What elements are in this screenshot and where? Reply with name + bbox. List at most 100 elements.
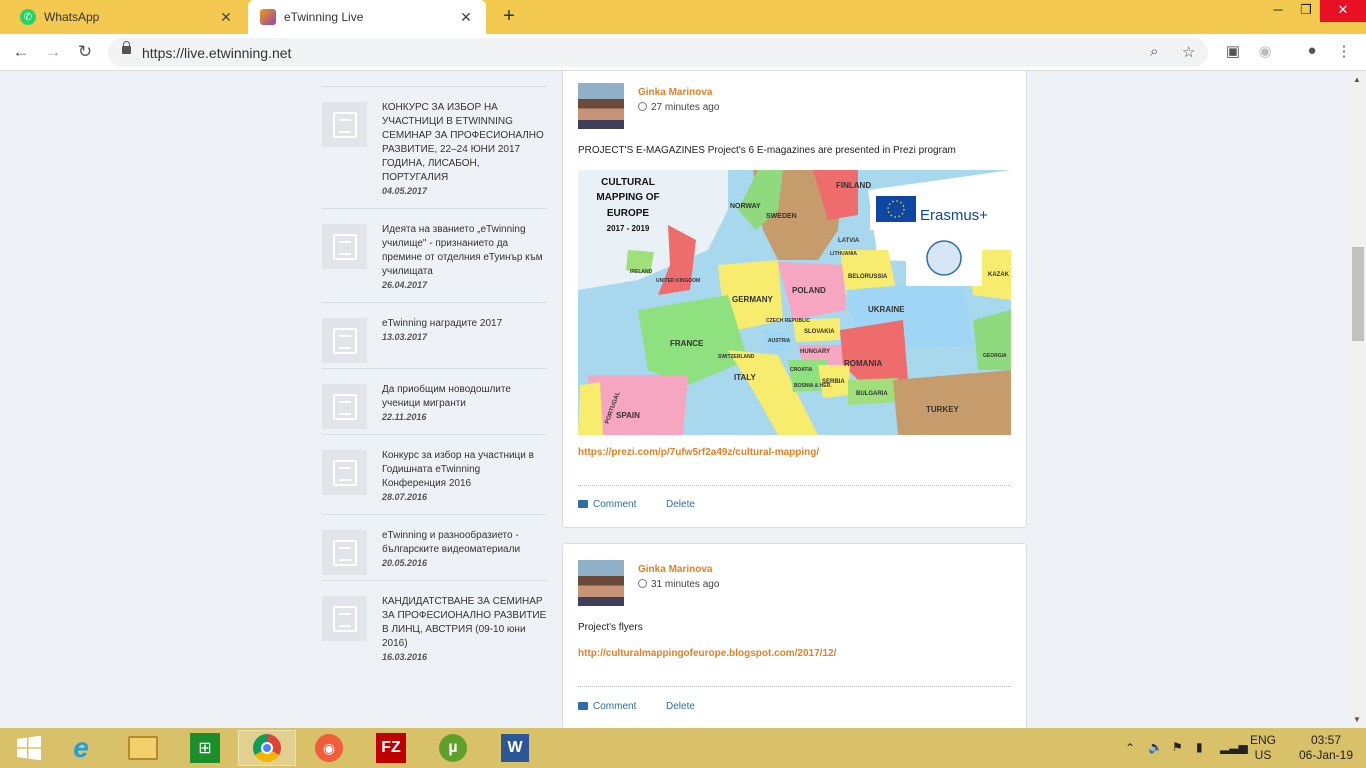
new-tab-button[interactable]: + bbox=[498, 6, 520, 28]
forward-icon[interactable]: → bbox=[41, 40, 65, 64]
clock[interactable]: 03:57 06-Jan-19 bbox=[1296, 733, 1356, 768]
post-link[interactable]: https://prezi.com/p/7ufw5rf2a49z/cultura… bbox=[578, 447, 819, 458]
news-title[interactable]: Идеята на званието „eTwinning училище" -… bbox=[382, 223, 547, 279]
extension-icon[interactable]: ◉ bbox=[1255, 42, 1275, 62]
word-icon: W bbox=[501, 734, 529, 762]
document-icon bbox=[322, 450, 367, 495]
comment-button[interactable]: Comment bbox=[578, 499, 636, 510]
news-title[interactable]: КАНДИДАТСТВАНЕ ЗА СЕМИНАР ЗА ПРОФЕСИОНАЛ… bbox=[382, 595, 547, 651]
post-link[interactable]: http://culturalmappingofeurope.blogspot.… bbox=[578, 648, 836, 659]
url-text[interactable]: https://live.etwinning.net bbox=[142, 45, 291, 61]
windows-icon bbox=[17, 735, 41, 761]
news-title[interactable]: eTwinning и разнообразието - българските… bbox=[382, 529, 547, 557]
menu-icon[interactable]: ⋮ bbox=[1334, 42, 1354, 62]
word-button[interactable]: W bbox=[486, 730, 544, 766]
volume-icon[interactable]: 🔈 bbox=[1148, 740, 1163, 768]
country-label: BELORUSSIA bbox=[848, 274, 888, 280]
country-label: BULGARIA bbox=[856, 391, 888, 397]
browser-toolbar: ← → ↻ https://live.etwinning.net ⌕ ☆ ▣ ◉… bbox=[0, 34, 1366, 71]
map-title-line: EUROPE bbox=[607, 208, 650, 219]
comment-icon bbox=[578, 702, 588, 710]
country-label: SERBIA bbox=[822, 379, 845, 385]
close-tab-icon[interactable]: ✕ bbox=[218, 9, 234, 26]
news-item[interactable]: Да приобщим новодошлите ученици мигранти… bbox=[322, 368, 547, 434]
post-card: Ginka Marinova 27 minutes ago PROJECT'S … bbox=[562, 71, 1027, 528]
start-button[interactable] bbox=[0, 730, 58, 766]
comment-label: Comment bbox=[593, 701, 637, 712]
document-icon bbox=[322, 224, 367, 269]
post-author[interactable]: Ginka Marinova bbox=[638, 564, 712, 575]
camera-app-button[interactable]: ◉ bbox=[300, 730, 358, 766]
country-label: ROMANIA bbox=[844, 359, 882, 368]
scrollbar-thumb[interactable] bbox=[1352, 247, 1364, 341]
post-time: 31 minutes ago bbox=[651, 579, 720, 590]
scroll-up-icon[interactable]: ▲ bbox=[1353, 75, 1361, 84]
filezilla-button[interactable]: FZ bbox=[362, 730, 420, 766]
back-icon[interactable]: ← bbox=[9, 40, 33, 64]
country-label: HUNGARY bbox=[800, 349, 830, 355]
news-title[interactable]: КОНКУРС ЗА ИЗБОР НА УЧАСТНИЦИ В ETWINNIN… bbox=[382, 101, 547, 185]
news-item[interactable]: eTwinning и разнообразието - българските… bbox=[322, 514, 547, 580]
file-explorer-button[interactable] bbox=[114, 730, 172, 766]
utorrent-button[interactable]: µ bbox=[424, 730, 482, 766]
clock-date: 06-Jan-19 bbox=[1298, 748, 1354, 762]
news-item[interactable]: Конкурс за избор на участници в Годишнат… bbox=[322, 434, 547, 514]
internet-explorer-button[interactable]: e bbox=[52, 730, 110, 766]
news-item[interactable]: КАНДИДАТСТВАНЕ ЗА СЕМИНАР ЗА ПРОФЕСИОНАЛ… bbox=[322, 580, 547, 674]
reload-icon[interactable]: ↻ bbox=[73, 40, 97, 64]
close-tab-icon[interactable]: ✕ bbox=[458, 9, 474, 26]
europe-map-svg: CULTURAL MAPPING OF EUROPE 2017 - 2019 E… bbox=[578, 170, 1011, 435]
comment-button[interactable]: Comment bbox=[578, 701, 636, 712]
restore-icon[interactable]: ❐ bbox=[1292, 0, 1320, 22]
news-item[interactable]: КОНКУРС ЗА ИЗБОР НА УЧАСТНИЦИ В ETWINNIN… bbox=[322, 86, 547, 208]
country-label: FRANCE bbox=[670, 339, 704, 348]
avatar[interactable] bbox=[578, 83, 624, 129]
comment-icon bbox=[578, 500, 588, 508]
tab-title: eTwinning Live bbox=[284, 10, 364, 24]
delete-button[interactable]: Delete bbox=[666, 701, 695, 712]
internet-explorer-icon: e bbox=[73, 732, 89, 763]
battery-icon[interactable]: ▮ bbox=[1196, 740, 1203, 768]
chrome-icon bbox=[253, 734, 281, 762]
language-indicator[interactable]: ENG US bbox=[1250, 733, 1276, 768]
close-window-icon[interactable]: ✕ bbox=[1320, 0, 1366, 22]
tab-etwinning[interactable]: eTwinning Live ✕ bbox=[248, 0, 486, 34]
news-title[interactable]: Да приобщим новодошлите ученици мигранти bbox=[382, 383, 547, 411]
clock-time: 03:57 bbox=[1310, 733, 1342, 747]
store-button[interactable]: ⊞ bbox=[176, 730, 234, 766]
news-item[interactable]: eTwinning наградите 2017 13.03.2017 bbox=[322, 302, 547, 368]
document-icon bbox=[322, 596, 367, 641]
europe-map-image[interactable]: CULTURAL MAPPING OF EUROPE 2017 - 2019 E… bbox=[578, 170, 1011, 435]
country-label: SWEDEN bbox=[766, 213, 797, 220]
etwinning-icon bbox=[260, 9, 276, 25]
tab-title: WhatsApp bbox=[44, 10, 100, 24]
news-title[interactable]: Конкурс за избор на участници в Годишнат… bbox=[382, 449, 547, 491]
cast-icon[interactable]: ▣ bbox=[1223, 42, 1243, 62]
scroll-down-icon[interactable]: ▼ bbox=[1353, 715, 1361, 724]
tab-strip: ✆ WhatsApp ✕ eTwinning Live ✕ + ─ ❐ ✕ bbox=[0, 0, 1366, 34]
news-title[interactable]: eTwinning наградите 2017 bbox=[382, 317, 547, 331]
page-scrollbar[interactable]: ▲ ▼ bbox=[1350, 71, 1366, 728]
chrome-button[interactable] bbox=[238, 730, 296, 766]
profile-icon[interactable]: ● bbox=[1302, 42, 1322, 62]
news-item[interactable]: Идеята на званието „eTwinning училище" -… bbox=[322, 208, 547, 302]
country-label: LITHUANIA bbox=[830, 251, 857, 257]
star-icon[interactable]: ☆ bbox=[1182, 43, 1195, 61]
country-label: SWITZERLAND bbox=[718, 354, 755, 360]
window-controls: ─ ❐ ✕ bbox=[1264, 0, 1366, 22]
network-icon[interactable]: ▂▃▅ bbox=[1220, 740, 1248, 768]
delete-button[interactable]: Delete bbox=[666, 499, 695, 510]
document-icon bbox=[322, 318, 367, 363]
country-label: UKRAINE bbox=[868, 305, 905, 314]
address-bar[interactable]: https://live.etwinning.net ⌕ ☆ bbox=[108, 38, 1208, 67]
filezilla-icon: FZ bbox=[376, 733, 406, 763]
zoom-icon[interactable]: ⌕ bbox=[1150, 43, 1158, 60]
post-author[interactable]: Ginka Marinova bbox=[638, 87, 712, 98]
tray-expand-icon[interactable]: ⌃ bbox=[1125, 741, 1135, 768]
minimize-icon[interactable]: ─ bbox=[1264, 0, 1292, 22]
flag-icon[interactable]: ⚑ bbox=[1172, 740, 1183, 768]
country-label: CZECH REPUBLIC bbox=[766, 318, 811, 324]
avatar[interactable] bbox=[578, 560, 624, 606]
tab-whatsapp[interactable]: ✆ WhatsApp ✕ bbox=[8, 0, 246, 34]
news-list: КОНКУРС ЗА ИЗБОР НА УЧАСТНИЦИ В ETWINNIN… bbox=[322, 86, 547, 674]
